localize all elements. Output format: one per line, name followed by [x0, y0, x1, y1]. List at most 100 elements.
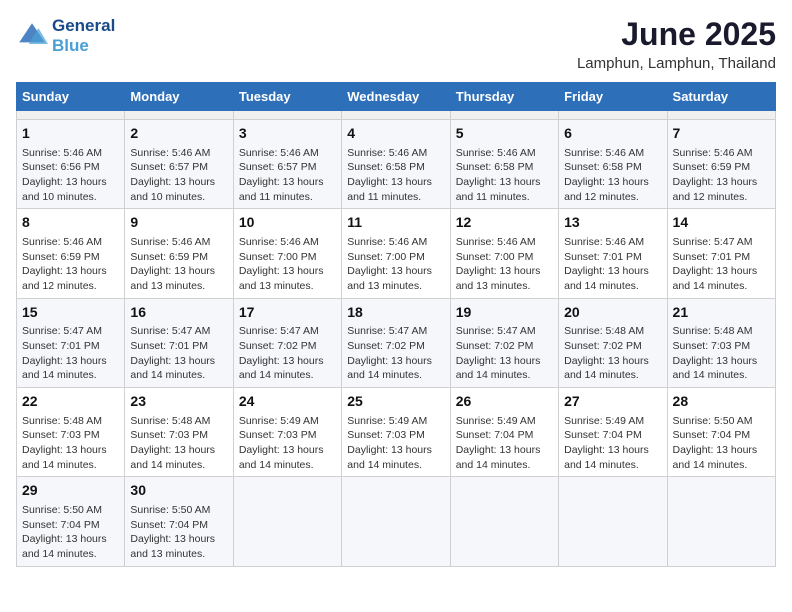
day-number: 28	[673, 392, 770, 412]
day-number: 7	[673, 124, 770, 144]
day-number: 18	[347, 303, 444, 323]
week-row-2: 8Sunrise: 5:46 AMSunset: 6:59 PMDaylight…	[17, 209, 776, 298]
day-info: and 13 minutes.	[347, 279, 444, 294]
day-info: Sunrise: 5:46 AM	[130, 146, 227, 161]
day-info: Sunset: 6:58 PM	[564, 160, 661, 175]
day-info: Sunrise: 5:46 AM	[673, 146, 770, 161]
day-info: Sunrise: 5:47 AM	[347, 324, 444, 339]
day-info: Daylight: 13 hours	[347, 354, 444, 369]
day-number: 22	[22, 392, 119, 412]
header: General Blue June 2025 Lamphun, Lamphun,…	[16, 16, 776, 72]
calendar-cell	[559, 111, 667, 120]
calendar-cell: 7Sunrise: 5:46 AMSunset: 6:59 PMDaylight…	[667, 120, 775, 209]
weekday-header-thursday: Thursday	[450, 83, 558, 111]
logo: General Blue	[16, 16, 115, 55]
day-number: 10	[239, 213, 336, 233]
day-info: Sunset: 7:02 PM	[347, 339, 444, 354]
day-info: Sunset: 7:03 PM	[239, 428, 336, 443]
day-info: Sunrise: 5:48 AM	[22, 414, 119, 429]
day-info: Daylight: 13 hours	[564, 354, 661, 369]
day-info: Daylight: 13 hours	[239, 443, 336, 458]
day-info: and 11 minutes.	[456, 190, 553, 205]
day-info: Sunrise: 5:49 AM	[239, 414, 336, 429]
day-info: Sunrise: 5:46 AM	[239, 235, 336, 250]
calendar-cell: 5Sunrise: 5:46 AMSunset: 6:58 PMDaylight…	[450, 120, 558, 209]
day-info: Sunset: 6:56 PM	[22, 160, 119, 175]
day-info: Daylight: 13 hours	[564, 175, 661, 190]
calendar-cell: 14Sunrise: 5:47 AMSunset: 7:01 PMDayligh…	[667, 209, 775, 298]
day-info: and 13 minutes.	[239, 279, 336, 294]
day-info: Sunset: 6:58 PM	[456, 160, 553, 175]
day-info: Sunrise: 5:50 AM	[22, 503, 119, 518]
day-info: Sunrise: 5:50 AM	[673, 414, 770, 429]
calendar-cell: 28Sunrise: 5:50 AMSunset: 7:04 PMDayligh…	[667, 388, 775, 477]
calendar-cell	[667, 477, 775, 566]
day-info: Sunrise: 5:46 AM	[456, 146, 553, 161]
day-number: 12	[456, 213, 553, 233]
day-info: Daylight: 13 hours	[130, 175, 227, 190]
day-info: Sunset: 7:01 PM	[22, 339, 119, 354]
day-info: Sunset: 7:00 PM	[347, 250, 444, 265]
day-info: Sunset: 7:02 PM	[239, 339, 336, 354]
day-info: and 14 minutes.	[347, 458, 444, 473]
day-info: Daylight: 13 hours	[130, 443, 227, 458]
logo-icon	[16, 20, 48, 52]
day-info: Daylight: 13 hours	[347, 175, 444, 190]
day-info: Sunrise: 5:48 AM	[130, 414, 227, 429]
day-info: Daylight: 13 hours	[130, 354, 227, 369]
day-number: 29	[22, 481, 119, 501]
day-number: 8	[22, 213, 119, 233]
week-row-1: 1 Sunrise: 5:46 AM Sunset: 6:56 PM Daylight…	[17, 120, 776, 209]
calendar-cell	[450, 111, 558, 120]
day-info: Daylight: 13 hours	[130, 532, 227, 547]
calendar-cell: 6Sunrise: 5:46 AMSunset: 6:58 PMDaylight…	[559, 120, 667, 209]
day-info: Sunrise: 5:46 AM	[347, 146, 444, 161]
calendar-cell	[125, 111, 233, 120]
day-number: 17	[239, 303, 336, 323]
day-info: Sunset: 7:00 PM	[456, 250, 553, 265]
calendar-cell: 27Sunrise: 5:49 AMSunset: 7:04 PMDayligh…	[559, 388, 667, 477]
day-info: Daylight: 13 hours	[673, 443, 770, 458]
day-number: 13	[564, 213, 661, 233]
day-info: and 14 minutes.	[239, 368, 336, 383]
day-info: and 10 minutes.	[130, 190, 227, 205]
day-number: 25	[347, 392, 444, 412]
week-row-0	[17, 111, 776, 120]
day-number: 3	[239, 124, 336, 144]
day-number: 27	[564, 392, 661, 412]
week-row-3: 15Sunrise: 5:47 AMSunset: 7:01 PMDayligh…	[17, 298, 776, 387]
calendar-cell	[233, 477, 341, 566]
day-info: Daylight: 13 hours	[22, 354, 119, 369]
day-number: 1	[22, 124, 119, 144]
day-info: Sunset: 7:04 PM	[564, 428, 661, 443]
day-info: Sunset: 6:57 PM	[130, 160, 227, 175]
day-number: 16	[130, 303, 227, 323]
calendar-cell: 8Sunrise: 5:46 AMSunset: 6:59 PMDaylight…	[17, 209, 125, 298]
day-info: and 14 minutes.	[564, 279, 661, 294]
day-info: Sunrise: 5:50 AM	[130, 503, 227, 518]
day-info: Daylight: 13 hours	[456, 175, 553, 190]
day-info: Daylight: 13 hours	[673, 264, 770, 279]
day-info: Daylight: 13 hours	[347, 264, 444, 279]
day-number: 9	[130, 213, 227, 233]
day-info: Daylight: 13 hours	[22, 264, 119, 279]
day-info: and 11 minutes.	[239, 190, 336, 205]
day-info: and 14 minutes.	[564, 368, 661, 383]
day-info: Sunset: 6:59 PM	[22, 250, 119, 265]
day-info: and 13 minutes.	[130, 279, 227, 294]
calendar-cell: 21Sunrise: 5:48 AMSunset: 7:03 PMDayligh…	[667, 298, 775, 387]
day-info: Sunset: 6:57 PM	[239, 160, 336, 175]
calendar-cell: 17Sunrise: 5:47 AMSunset: 7:02 PMDayligh…	[233, 298, 341, 387]
day-info: and 14 minutes.	[673, 458, 770, 473]
day-info: and 12 minutes.	[564, 190, 661, 205]
day-info: Sunset: 7:03 PM	[130, 428, 227, 443]
day-info: and 11 minutes.	[347, 190, 444, 205]
day-info: and 13 minutes.	[130, 547, 227, 562]
day-info: Sunrise: 5:49 AM	[347, 414, 444, 429]
day-info: Sunrise: 5:49 AM	[564, 414, 661, 429]
day-info: Sunrise: 5:46 AM	[239, 146, 336, 161]
day-info: and 14 minutes.	[22, 368, 119, 383]
weekday-header-monday: Monday	[125, 83, 233, 111]
day-info: Sunrise: 5:47 AM	[673, 235, 770, 250]
calendar-cell	[342, 477, 450, 566]
